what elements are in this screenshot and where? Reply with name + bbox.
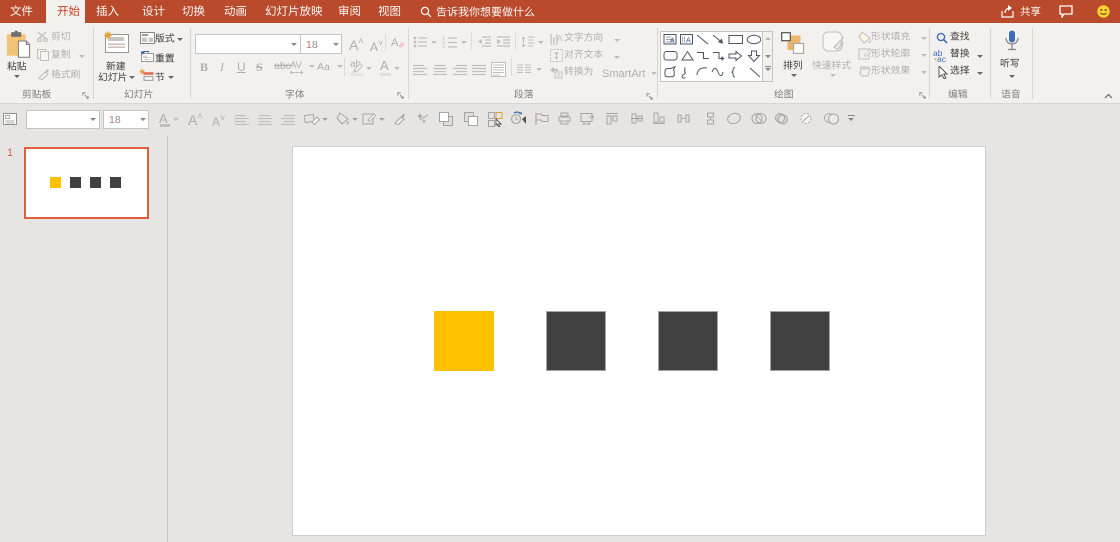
svg-text:A: A — [686, 38, 691, 45]
svg-text:A: A — [557, 34, 563, 43]
svg-text:ac: ac — [937, 54, 947, 62]
svg-text:A: A — [391, 37, 399, 49]
svg-text:3: 3 — [442, 46, 445, 48]
svg-text:A: A — [670, 38, 675, 45]
